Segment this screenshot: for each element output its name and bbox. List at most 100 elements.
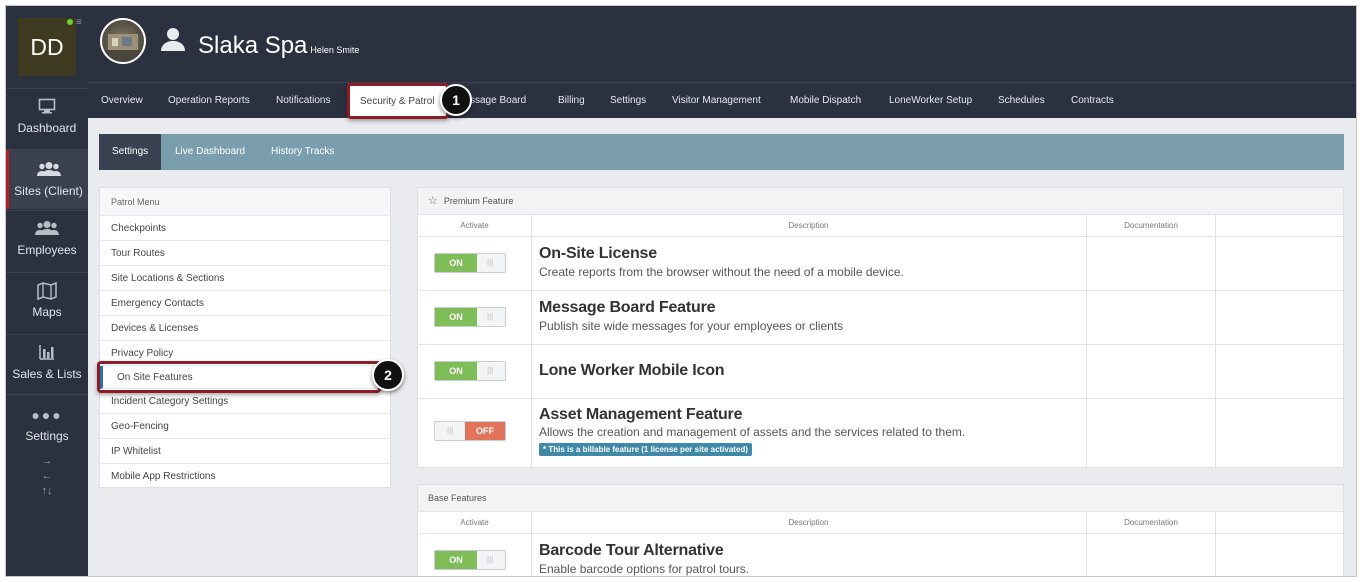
column-description: Description: [788, 518, 829, 527]
table-header: Activate Description Documentation: [418, 215, 1343, 237]
table-row: ON ||| Message Board Feature Publish sit…: [418, 291, 1343, 345]
site-photo[interactable]: [100, 18, 146, 64]
group-icon: [6, 220, 88, 238]
sidebar-item-maps[interactable]: Maps: [6, 281, 88, 332]
patrol-item-checkpoints[interactable]: Checkpoints: [100, 216, 390, 241]
panel-title: Base Features: [428, 493, 487, 503]
column-activate: Activate: [460, 221, 489, 230]
tab-overview[interactable]: Overview: [101, 83, 143, 119]
column-documentation: Documentation: [1124, 518, 1178, 527]
sidebar-item-settings[interactable]: ●●● Settings: [6, 406, 88, 452]
site-contact-name: Helen Smite: [310, 45, 360, 55]
patrol-item-ip-whitelist[interactable]: IP Whitelist: [100, 439, 390, 464]
column-description: Description: [788, 221, 829, 230]
arrow-right-icon[interactable]: →: [6, 454, 88, 469]
lone-worker-icon-toggle[interactable]: ON |||: [434, 361, 506, 381]
callout-number-2: 2: [372, 359, 404, 391]
table-header: Activate Description Documentation: [418, 512, 1343, 534]
toggle-on-label: ON: [435, 254, 477, 272]
tab-settings[interactable]: Settings: [610, 83, 646, 119]
patrol-item-emergency-contacts[interactable]: Emergency Contacts: [100, 291, 390, 316]
more-dots-icon: ●●●: [31, 407, 63, 423]
grip-icon: |||: [487, 555, 494, 564]
sort-arrows-icon[interactable]: ↑↓: [6, 484, 88, 499]
tab-contracts[interactable]: Contracts: [1071, 83, 1114, 119]
grip-icon: |||: [447, 426, 454, 435]
on-site-license-toggle[interactable]: ON |||: [434, 253, 506, 273]
table-row: ||| OFF Asset Management Feature Allows …: [418, 399, 1343, 467]
tab-notifications[interactable]: Notifications: [276, 83, 330, 119]
patrol-item-tour-routes[interactable]: Tour Routes: [100, 241, 390, 266]
grip-icon: |||: [487, 258, 494, 267]
bar-chart-icon: [6, 344, 88, 362]
sidebar-item-label: Sites (Client): [14, 184, 83, 198]
sidebar-item-label: Settings: [25, 429, 69, 443]
sidebar-item-label: Sales & Lists: [12, 367, 82, 381]
sidebar: DD ≡ Dashboard Sites (Client) Employees: [6, 6, 88, 576]
table-row: ON ||| Lone Worker Mobile Icon: [418, 345, 1343, 399]
column-activate: Activate: [460, 518, 489, 527]
user-icon: [160, 26, 186, 52]
feature-title: Asset Management Feature: [539, 406, 743, 423]
column-documentation: Documentation: [1124, 221, 1178, 230]
tab-loneworker-setup[interactable]: LoneWorker Setup: [889, 83, 972, 119]
sidebar-item-sites-client[interactable]: Sites (Client): [6, 150, 88, 209]
asset-management-toggle[interactable]: ||| OFF: [434, 421, 506, 441]
tab-mobile-dispatch[interactable]: Mobile Dispatch: [790, 83, 861, 119]
collapse-controls[interactable]: → ← ↑↓: [6, 454, 88, 499]
star-icon: ☆: [428, 195, 438, 207]
sub-nav: Settings Live Dashboard History Tracks: [99, 134, 1344, 170]
subtab-history-tracks[interactable]: History Tracks: [271, 134, 334, 170]
grip-icon: |||: [487, 366, 494, 375]
group-icon: [9, 161, 88, 179]
feature-title: Barcode Tour Alternative: [539, 542, 724, 559]
patrol-menu-title: Patrol Menu: [100, 188, 390, 216]
tab-message-board[interactable]: ssage Board: [470, 83, 526, 119]
panel-header: ☆ Premium Feature: [418, 188, 1343, 215]
sidebar-item-sales-lists[interactable]: Sales & Lists: [6, 344, 88, 394]
arrow-left-icon[interactable]: ←: [6, 469, 88, 484]
patrol-item-devices-licenses[interactable]: Devices & Licenses: [100, 316, 390, 341]
tab-operation-reports[interactable]: Operation Reports: [168, 83, 250, 119]
panel-header: Base Features: [418, 485, 1343, 512]
divider: [6, 334, 88, 335]
billable-badge: * This is a billable feature (1 license …: [539, 443, 752, 456]
tab-schedules[interactable]: Schedules: [998, 83, 1045, 119]
feature-title: Lone Worker Mobile Icon: [539, 362, 725, 379]
base-features-panel: Base Features Activate Description Docum…: [417, 484, 1344, 576]
divider: [6, 88, 88, 89]
feature-description: Publish site wide messages for your empl…: [539, 319, 844, 333]
sidebar-item-label: Maps: [32, 305, 62, 319]
sidebar-item-label: Dashboard: [17, 121, 77, 135]
sidebar-item-dashboard[interactable]: Dashboard: [6, 98, 88, 150]
barcode-tour-toggle[interactable]: ON |||: [434, 550, 506, 570]
grip-icon: |||: [487, 312, 494, 321]
site-name: Slaka Spa: [198, 32, 308, 59]
table-row: ON ||| On-Site License Create reports fr…: [418, 237, 1343, 291]
account-avatar[interactable]: DD: [18, 18, 76, 76]
subtab-settings[interactable]: Settings: [99, 134, 162, 170]
tab-billing[interactable]: Billing: [558, 83, 585, 119]
feature-title: On-Site License: [539, 245, 657, 262]
divider: [6, 394, 88, 395]
panel-title: Premium Feature: [443, 196, 514, 206]
toggle-on-label: ON: [435, 308, 477, 326]
patrol-item-mobile-app-restrictions[interactable]: Mobile App Restrictions: [100, 464, 390, 489]
sidebar-item-label: Employees: [17, 243, 77, 257]
map-icon: [6, 281, 88, 301]
tab-visitor-management[interactable]: Visitor Management: [672, 83, 761, 119]
monitor-icon: [6, 98, 88, 116]
feature-description: Allows the creation and management of as…: [539, 425, 966, 439]
callout-highlight-2: [97, 361, 381, 393]
patrol-item-site-locations[interactable]: Site Locations & Sections: [100, 266, 390, 291]
menu-icon[interactable]: ≡: [76, 18, 86, 28]
toggle-on-label: ON: [435, 362, 477, 380]
sidebar-item-employees[interactable]: Employees: [6, 220, 88, 270]
avatar-initials: DD: [30, 33, 64, 60]
patrol-item-geo-fencing[interactable]: Geo-Fencing: [100, 414, 390, 439]
page-title: Slaka Spa Helen Smite: [198, 32, 359, 60]
message-board-toggle[interactable]: ON |||: [434, 307, 506, 327]
feature-description: Enable barcode options for patrol tours.: [539, 562, 750, 576]
top-nav: Overview Operation Reports Notifications…: [88, 82, 1356, 119]
subtab-live-dashboard[interactable]: Live Dashboard: [175, 134, 245, 170]
